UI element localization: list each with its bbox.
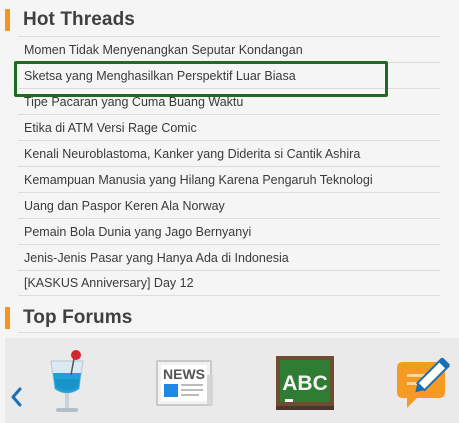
thread-item[interactable]: Jenis-Jenis Pasar yang Hanya Ada di Indo… (18, 244, 440, 270)
thread-item[interactable]: Momen Tidak Menyenangkan Seputar Kondang… (18, 36, 440, 62)
hot-threads-title: Hot Threads (23, 9, 135, 30)
drink-glass-icon (50, 350, 84, 412)
thread-item[interactable]: Kenali Neuroblastoma, Kanker yang Dideri… (18, 140, 440, 166)
write-pencil-icon (397, 357, 450, 408)
thread-item[interactable]: [KASKUS Anniversary] Day 12 (18, 270, 440, 296)
divider (18, 332, 440, 333)
forum-write-link[interactable] (391, 348, 455, 418)
forum-news-link[interactable]: NEWS (153, 348, 217, 418)
abc-icon-label: ABC (282, 372, 328, 395)
thread-item[interactable]: Pemain Bola Dunia yang Jago Bernyanyi (18, 218, 440, 244)
thread-item[interactable]: Etika di ATM Versi Rage Comic (18, 114, 440, 140)
hot-threads-list: Momen Tidak Menyenangkan Seputar Kondang… (18, 36, 440, 296)
abc-board-icon: ABC (276, 356, 334, 410)
thread-item[interactable]: Uang dan Paspor Keren Ala Norway (18, 192, 440, 218)
forum-education-link[interactable]: ABC (273, 348, 337, 418)
hot-threads-header: Hot Threads (0, 8, 440, 32)
top-forums-header: Top Forums (0, 306, 440, 330)
forum-drink-link[interactable] (35, 348, 99, 418)
thread-item[interactable]: Tipe Pacaran yang Cuma Buang Waktu (18, 88, 440, 114)
thread-item[interactable]: Sketsa yang Menghasilkan Perspektif Luar… (18, 62, 440, 88)
section-accent-bar (5, 307, 10, 329)
section-accent-bar (5, 9, 10, 31)
thread-item[interactable]: Kemampuan Manusia yang Hilang Karena Pen… (18, 166, 440, 192)
top-forums-title: Top Forums (23, 307, 133, 328)
chevron-left-icon (11, 387, 22, 407)
news-icon: NEWS (156, 360, 213, 406)
carousel-prev-button[interactable] (9, 386, 25, 408)
news-icon-label: NEWS (163, 366, 205, 382)
top-forums-carousel: NEWS ABC (5, 338, 459, 423)
